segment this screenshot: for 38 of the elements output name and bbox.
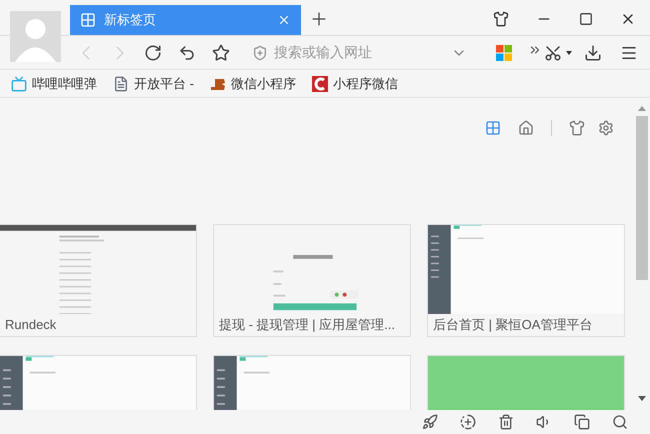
tile-caption: 后台首页 | 聚恒OA管理平台: [432, 316, 594, 334]
grid-icon: [80, 12, 96, 28]
bookmark[interactable]: 哔哩哔哩弹: [11, 74, 97, 94]
reload-icon[interactable]: [144, 44, 162, 62]
tab-title: 新标签页: [104, 11, 157, 30]
trash-icon[interactable]: [498, 414, 514, 430]
page-icon: [113, 76, 129, 92]
scrollbar-thumb[interactable]: [636, 116, 648, 280]
grid-icon[interactable]: [485, 120, 501, 136]
site-tile[interactable]: 提现 - 提现管理 | 应用屋管理...: [213, 224, 411, 337]
shield-icon: [252, 44, 268, 60]
rocket-icon[interactable]: [422, 414, 438, 430]
scroll-down-icon[interactable]: [638, 396, 646, 401]
address-field[interactable]: 搜索或输入网址: [274, 42, 445, 63]
maximize-icon[interactable]: [579, 12, 593, 26]
home-icon[interactable]: [518, 120, 534, 136]
window-icon[interactable]: [574, 414, 590, 430]
add-icon[interactable]: [460, 414, 476, 430]
tile-caption: 提现 - 提现管理 | 应用屋管理...: [218, 316, 396, 334]
caret-icon[interactable]: [566, 50, 572, 54]
download-icon[interactable]: [584, 44, 602, 62]
scissors-icon[interactable]: [544, 44, 562, 62]
undo-icon[interactable]: [178, 44, 196, 62]
bookmark[interactable]: 开放平台 -: [113, 74, 194, 94]
bookmark[interactable]: 小程序微信: [312, 74, 398, 94]
logo-icon: [210, 76, 226, 90]
site-tile[interactable]: Rundeck: [0, 224, 197, 337]
star-icon[interactable]: [212, 44, 230, 62]
tv-icon: [11, 76, 27, 92]
search-icon[interactable]: [612, 414, 628, 430]
apps-icon[interactable]: [496, 44, 512, 60]
logo-icon: [312, 76, 328, 92]
site-tile[interactable]: 后台首页 | 聚恒OA管理平台: [427, 224, 625, 337]
scroll-up-icon[interactable]: [638, 106, 646, 111]
skin-icon[interactable]: [493, 11, 509, 27]
tile-caption: Rundeck: [4, 316, 58, 334]
settings-icon[interactable]: [598, 120, 614, 136]
bookmark[interactable]: 微信小程序: [210, 74, 296, 94]
